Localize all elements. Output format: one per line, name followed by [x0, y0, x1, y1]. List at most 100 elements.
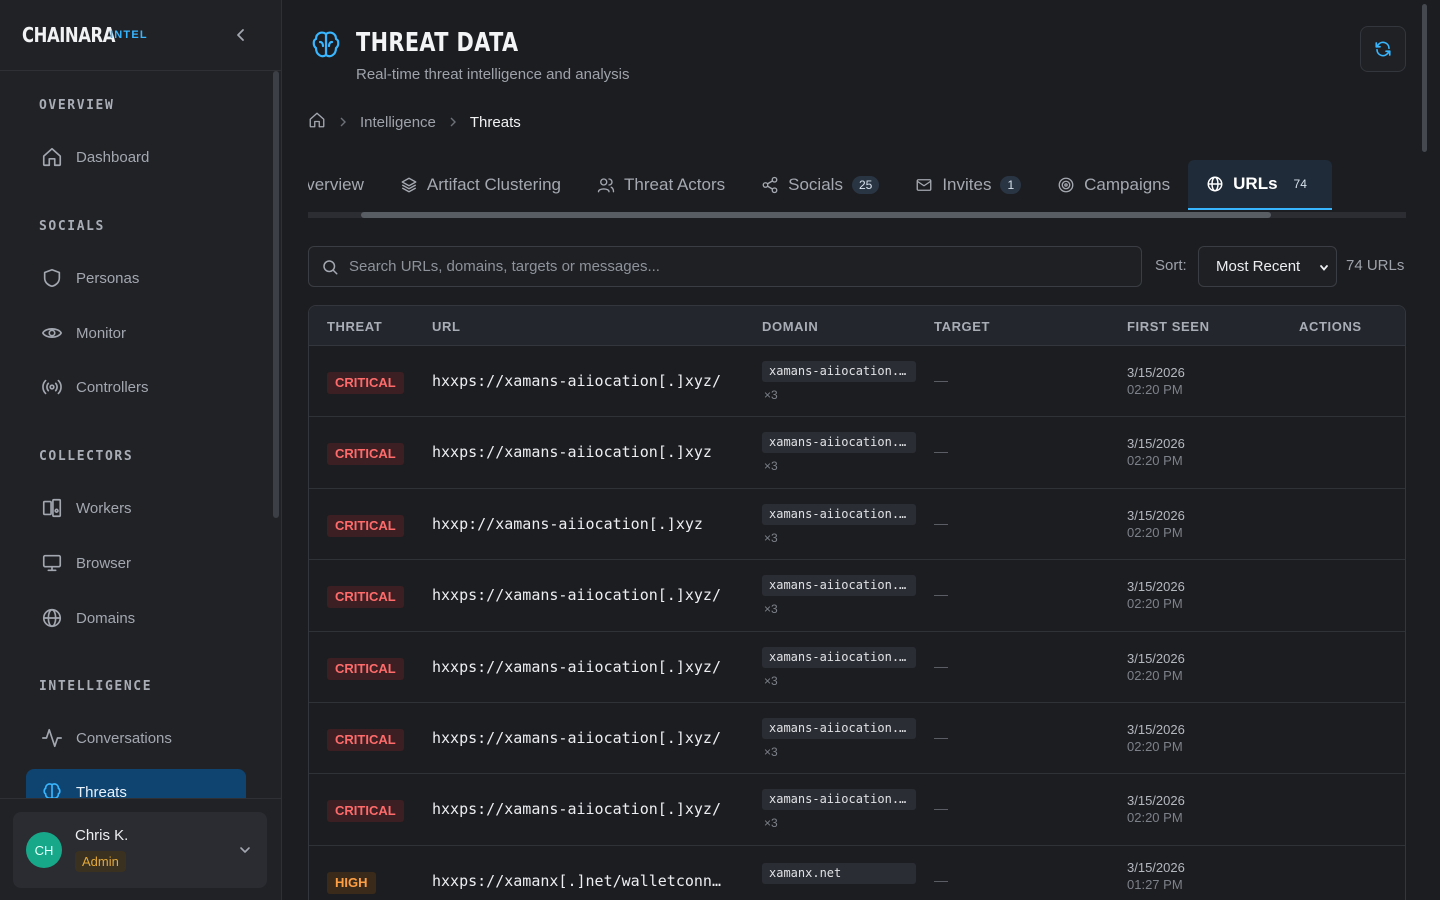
eye-icon: [40, 321, 64, 345]
refresh-button[interactable]: [1360, 26, 1406, 72]
url-count: 74 URLs: [1346, 257, 1405, 274]
sidebar-item-dashboard[interactable]: Dashboard: [26, 134, 246, 180]
target-value: —: [934, 800, 948, 817]
domain-chip[interactable]: xamans-aiiocation.xyz: [762, 646, 916, 668]
tabs-scrollbar[interactable]: [361, 212, 1271, 218]
page-scrollbar[interactable]: [1420, 0, 1430, 900]
tab-campaigns[interactable]: Campaigns: [1039, 160, 1188, 210]
first-seen-time: 02:20 PM: [1127, 810, 1183, 826]
shield-icon: [40, 266, 64, 290]
table-row[interactable]: CRITICAL hxxps://xamans-aiiocation[.]xyz/…: [309, 774, 1405, 846]
domain-chip[interactable]: xamanx.net: [762, 862, 916, 884]
table-row[interactable]: CRITICAL hxxp://xamans-aiiocation[.]xyz xa…: [309, 489, 1405, 561]
section-title-overview: OVERVIEW: [39, 98, 115, 113]
sidebar-item-label: Dashboard: [76, 148, 150, 166]
table-row[interactable]: CRITICAL hxxps://xamans-aiiocation[.]xyz x…: [309, 417, 1405, 489]
sidebar-item-conversations[interactable]: Conversations: [26, 715, 246, 761]
sidebar-nav: OVERVIEW Dashboard SOCIALS Personas Moni…: [0, 71, 281, 798]
sidebar-item-label: Monitor: [76, 324, 127, 342]
domain-chip[interactable]: xamans-aiiocation.xyz: [762, 717, 916, 739]
url-text[interactable]: hxxps://xamanx[.]net/walletconnect: [432, 872, 724, 890]
column-header-threat[interactable]: THREAT: [327, 319, 382, 334]
sidebar-item-controllers[interactable]: Controllers: [26, 364, 246, 410]
home-icon: [40, 145, 64, 169]
severity-badge: CRITICAL: [327, 372, 404, 394]
sidebar-scrollbar[interactable]: [273, 71, 279, 518]
breadcrumb-intelligence[interactable]: Intelligence: [360, 114, 436, 131]
tab-label: Overview: [308, 175, 364, 194]
tab-invites[interactable]: Invites 1: [897, 160, 1039, 210]
column-header-target[interactable]: TARGET: [934, 319, 990, 334]
domain-chip[interactable]: xamans-aiiocation.xyz: [762, 575, 916, 597]
url-text[interactable]: hxxps://xamans-aiiocation[.]xyz/: [432, 729, 724, 747]
severity-badge: CRITICAL: [327, 514, 404, 537]
urls-table: THREAT URL DOMAIN TARGET FIRST SEEN ACTI…: [308, 305, 1406, 900]
table-row[interactable]: CRITICAL hxxps://xamans-aiiocation[.]xyz/…: [309, 632, 1405, 703]
sidebar: CHAINARA INTEL OVERVIEW Dashboard SOCIAL…: [0, 0, 282, 900]
sort-value: Most Recent: [1216, 258, 1301, 275]
url-text[interactable]: hxxp://xamans-aiiocation[.]xyz: [432, 515, 724, 533]
globe-icon: [1206, 175, 1224, 193]
url-text[interactable]: hxxps://xamans-aiiocation[.]xyz/: [432, 586, 724, 604]
domain-chip[interactable]: xamans-aiiocation.xyz: [762, 432, 916, 454]
chevron-left-icon: [237, 29, 244, 41]
first-seen-date: 3/15/2026: [1127, 793, 1185, 809]
table-row[interactable]: HIGH hxxps://xamanx[.]net/walletconnect xa…: [309, 846, 1405, 900]
tab-label: URLs: [1233, 174, 1278, 193]
sort-select[interactable]: Most Recent: [1198, 246, 1337, 287]
url-text[interactable]: hxxps://xamans-aiiocation[.]xyz/: [432, 372, 724, 390]
tab-urls[interactable]: URLs 74: [1188, 160, 1332, 210]
domain-chip[interactable]: xamans-aiiocation.xyz: [762, 503, 916, 525]
first-seen-date: 3/15/2026: [1127, 436, 1185, 452]
sidebar-item-workers[interactable]: Workers: [26, 485, 246, 531]
share-icon: [761, 176, 779, 194]
url-text[interactable]: hxxps://xamans-aiiocation[.]xyz/: [432, 800, 724, 818]
sidebar-item-label: Domains: [76, 609, 136, 627]
search-box: [308, 246, 1142, 287]
search-icon: [323, 259, 338, 274]
broadcast-icon: [40, 375, 64, 399]
search-input[interactable]: [349, 258, 1109, 275]
table-header: THREAT URL DOMAIN TARGET FIRST SEEN ACTI…: [309, 306, 1405, 346]
tab-count-badge: 74: [1293, 177, 1307, 191]
table-row[interactable]: CRITICAL hxxps://xamans-aiiocation[.]xyz/…: [309, 560, 1405, 632]
domain-count: ×3: [764, 530, 778, 545]
tab-overview[interactable]: Overview: [308, 160, 382, 210]
column-header-domain[interactable]: DOMAIN: [762, 319, 818, 334]
table-row[interactable]: CRITICAL hxxps://xamans-aiiocation[.]xyz/…: [309, 346, 1405, 418]
target-icon: [1057, 176, 1075, 194]
tab-label: Socials: [788, 175, 843, 194]
url-text[interactable]: hxxps://xamans-aiiocation[.]xyz/: [432, 658, 724, 676]
collapse-sidebar-button[interactable]: [231, 25, 251, 45]
domain-count: ×3: [764, 744, 778, 759]
tab-label: Threat Actors: [624, 175, 726, 194]
tab-socials[interactable]: Socials 25: [743, 160, 897, 210]
tab-label: Artifact Clustering: [426, 175, 562, 194]
sidebar-item-browser[interactable]: Browser: [26, 540, 246, 586]
monitor-icon: [40, 551, 64, 575]
first-seen-time: 02:20 PM: [1127, 453, 1183, 469]
sidebar-item-threats[interactable]: Threats: [26, 769, 246, 798]
column-header-first-seen[interactable]: FIRST SEEN: [1127, 319, 1210, 334]
sidebar-item-monitor[interactable]: Monitor: [26, 310, 246, 356]
domain-chip[interactable]: xamans-aiiocation.xyz: [762, 361, 916, 382]
user-name: Chris K.: [75, 827, 129, 844]
table-row[interactable]: CRITICAL hxxps://xamans-aiiocation[.]xyz/…: [309, 703, 1405, 775]
sidebar-item-domains[interactable]: Domains: [26, 595, 246, 641]
section-title-collectors: COLLECTORS: [39, 449, 134, 464]
refresh-icon: [1375, 41, 1391, 57]
url-text[interactable]: hxxps://xamans-aiiocation[.]xyz: [432, 443, 724, 461]
page-title: THREAT DATA: [356, 28, 519, 58]
tab-threat-actors[interactable]: Threat Actors: [579, 160, 743, 210]
domain-chip[interactable]: xamans-aiiocation.xyz: [762, 789, 916, 811]
page-subtitle: Real-time threat intelligence and analys…: [356, 66, 630, 83]
first-seen-date: 3/15/2026: [1127, 365, 1185, 380]
target-value: —: [934, 657, 948, 674]
tab-artifact-clustering[interactable]: Artifact Clustering: [382, 160, 579, 210]
column-header-url[interactable]: URL: [432, 319, 461, 334]
home-icon[interactable]: [308, 111, 326, 133]
breadcrumb-current: Threats: [469, 113, 521, 131]
user-menu[interactable]: CH Chris K. Admin: [13, 812, 267, 888]
severity-badge: HIGH: [327, 871, 376, 894]
sidebar-item-personas[interactable]: Personas: [26, 255, 246, 301]
